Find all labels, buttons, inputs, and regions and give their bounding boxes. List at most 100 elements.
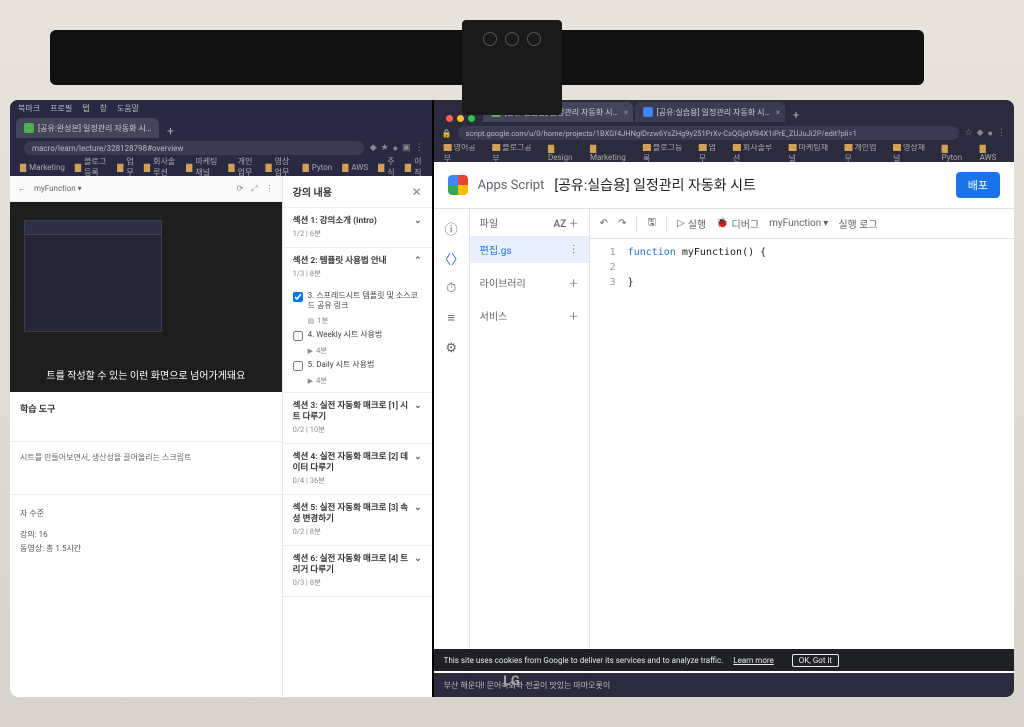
menu-item[interactable]: 탭 — [82, 103, 89, 114]
function-selector[interactable]: myFunction ▾ — [769, 218, 828, 229]
new-tab-button[interactable]: + — [161, 124, 180, 138]
lesson-item[interactable]: 4. Weekly 시트 사용법 — [289, 326, 426, 345]
extension-icon[interactable]: ● — [393, 143, 398, 154]
deploy-button[interactable]: 배포 — [956, 172, 1000, 198]
chevron-down-icon: ⌄ — [414, 452, 422, 464]
header-icon[interactable]: ⟳ — [237, 184, 244, 194]
lesson-checkbox[interactable] — [293, 292, 303, 302]
chevron-down-icon: ⌄ — [414, 216, 422, 228]
file-item[interactable]: 편집.gs ⋮ — [470, 236, 589, 263]
bookmark-folder[interactable]: ▇ 개인업무 — [844, 144, 883, 162]
debug-button[interactable]: 🐞 디버그 — [716, 216, 759, 231]
bookmark-folder[interactable]: ▇ Pyton — [942, 144, 970, 162]
overview-icon[interactable]: ⓘ — [442, 219, 460, 237]
cookie-ok-button[interactable]: OK, Got it — [792, 654, 839, 667]
section-header[interactable]: 섹션 5: 실전 자동화 매크로 [3] 속성 변경하기 0/2 | 8분 ⌄ — [283, 495, 432, 545]
run-button[interactable]: ▷ 실행 — [677, 216, 706, 231]
section-header[interactable]: 섹션 2: 템플릿 사용법 안내 1/3 | 8분 ⌃ — [283, 248, 432, 287]
bookmark-folder[interactable]: ▇ 업무 — [699, 144, 723, 162]
url-bar: 🔒 script.google.com/u/0/home/projects/1B… — [434, 122, 1014, 144]
code-content[interactable]: function myFunction() { } — [624, 239, 1014, 697]
sort-icon[interactable]: AZ — [554, 219, 567, 230]
lesson-checkbox[interactable] — [293, 361, 303, 371]
bookmark-folder[interactable]: ▇블로그등록 — [75, 156, 107, 178]
learn-more-link[interactable]: Learn more — [733, 656, 773, 665]
chevron-up-icon: ⌃ — [414, 256, 422, 268]
bookmark-folder[interactable]: ▇ 회사솔루션 — [733, 144, 779, 162]
bookmark-folder[interactable]: ▇이직 — [405, 156, 422, 178]
bookmark-folder[interactable]: ▇ 블로그등록 — [643, 144, 689, 162]
bookmark-folder[interactable]: ▇ 마케팅채널 — [789, 144, 835, 162]
add-library-icon[interactable]: ＋ — [569, 275, 579, 290]
back-icon[interactable]: ← — [18, 184, 26, 193]
close-tab-icon[interactable]: × — [776, 108, 780, 117]
address-input[interactable]: script.google.com/u/0/home/projects/1BXG… — [458, 126, 959, 140]
video-player[interactable]: 트를 작성할 수 있는 이런 화면으로 넘어가게돼요 — [10, 202, 282, 392]
window-controls[interactable] — [440, 115, 481, 122]
bookmark-folder[interactable]: ▇Pyton — [303, 163, 333, 172]
bookmark-folder[interactable]: ▇마케팅채널 — [186, 156, 218, 178]
header-icon[interactable]: ⋮ — [266, 184, 274, 194]
app-header: Apps Script [공유:실습용] 일정관리 자동화 시트 배포 — [434, 162, 1014, 209]
new-tab-button[interactable]: + — [787, 108, 806, 122]
browser-tab[interactable]: [공유:실습용] 일정관리 자동화 시…× — [635, 102, 785, 122]
section-header[interactable]: 섹션 4: 실전 자동화 매크로 [2] 데이터 다루기 0/4 | 36분 ⌄ — [283, 444, 432, 494]
close-tab-icon[interactable]: × — [624, 108, 628, 117]
bookmark-folder[interactable]: ▇ 영상채널 — [893, 144, 932, 162]
bookmark-folder[interactable]: ▇ Design — [548, 144, 580, 162]
address-input[interactable]: macro/learn/lecture/328128798#overview — [24, 141, 364, 155]
apps-script-app: Apps Script [공유:실습용] 일정관리 자동화 시트 배포 ⓘ 〈〉… — [434, 162, 1014, 697]
bookmark-folder[interactable]: ▇회사솔루션 — [144, 156, 176, 178]
menu-icon[interactable]: ⋮ — [997, 128, 1006, 139]
redo-icon[interactable]: ↷ — [618, 218, 626, 229]
chevron-down-icon: ⌄ — [414, 554, 422, 566]
extension-icon[interactable]: ◆ — [977, 128, 984, 139]
chevron-down-icon: ⌄ — [414, 401, 422, 413]
undo-icon[interactable]: ↶ — [600, 218, 608, 229]
menu-item[interactable]: 북마크 — [18, 103, 40, 114]
bookmark-folder[interactable]: ▇ 영어공부 — [444, 144, 483, 162]
section-title: 섹션 4: 실전 자동화 매크로 [2] 데이터 다루기 — [293, 452, 410, 474]
settings-icon[interactable]: ⚙ — [442, 339, 460, 357]
section-header[interactable]: 섹션 1: 강의소개 (Intro) 1/2 | 6분 ⌄ — [283, 208, 432, 247]
editor-icon[interactable]: 〈〉 — [442, 249, 460, 267]
bookmark-folder[interactable]: ▇ AWS — [980, 144, 1004, 162]
bookmark-folder[interactable]: ▇ Marketing — [590, 144, 633, 162]
bookmark-folder[interactable]: ▇AWS — [342, 163, 368, 172]
extension-icon[interactable]: ▣ — [402, 143, 411, 154]
extension-icon[interactable]: ★ — [381, 143, 389, 154]
code-editor[interactable]: 123 function myFunction() { } — [590, 239, 1014, 697]
bookmark-folder[interactable]: ▇영상업무 — [266, 156, 293, 178]
extension-icon[interactable]: ● — [988, 128, 993, 139]
triggers-icon[interactable]: ⏱ — [442, 279, 460, 297]
extension-icon[interactable]: ◆ — [370, 143, 377, 154]
bookmark-folder[interactable]: ▇주식 — [378, 156, 395, 178]
executions-icon[interactable]: ≡ — [442, 309, 460, 327]
bookmark-folder[interactable]: ▇ 블로그공부 — [492, 144, 538, 162]
execution-log-button[interactable]: 실행 로그 — [838, 216, 877, 231]
section-header[interactable]: 섹션 6: 실전 자동화 매크로 [4] 트리거 다루기 0/3 | 8분 ⌄ — [283, 546, 432, 596]
menu-item[interactable]: 창 — [100, 103, 107, 114]
save-icon[interactable]: 🖫 — [647, 215, 656, 232]
section-header[interactable]: 섹션 3: 실전 자동화 매크로 [1] 시트 다루기 0/2 | 10분 ⌄ — [283, 393, 432, 443]
bookmark-folder[interactable]: ▇업무 — [117, 156, 134, 178]
favicon-icon — [643, 107, 653, 117]
menu-item[interactable]: 도움말 — [117, 103, 139, 114]
close-icon[interactable]: ✕ — [412, 185, 422, 199]
extension-icon[interactable]: ☆ — [965, 128, 973, 139]
section-progress: 1/2 | 6분 — [293, 229, 410, 239]
header-icon[interactable]: ⤢ — [251, 184, 257, 194]
bookmark-folder[interactable]: ▇개인업무 — [228, 156, 255, 178]
menu-icon[interactable]: ⋮ — [415, 143, 424, 154]
add-file-icon[interactable]: ＋ — [569, 219, 579, 230]
lesson-checkbox[interactable] — [293, 331, 303, 341]
bookmark-folder[interactable]: ▇Marketing — [20, 163, 65, 172]
browser-tab[interactable]: [공유:완성본] 일정관리 자동화 시… — [16, 118, 159, 138]
project-title[interactable]: [공유:실습용] 일정관리 자동화 시트 — [554, 175, 756, 195]
file-menu-icon[interactable]: ⋮ — [569, 244, 579, 255]
header-dropdown[interactable]: myFunction ▾ — [34, 184, 82, 193]
lesson-item[interactable]: 3. 스프레드시트 템플릿 및 소스코드 공유 링크 — [289, 287, 426, 316]
lesson-item[interactable]: 5. Daily 시트 사용법 — [289, 356, 426, 375]
add-service-icon[interactable]: ＋ — [569, 308, 579, 323]
menu-item[interactable]: 프로필 — [50, 103, 72, 114]
